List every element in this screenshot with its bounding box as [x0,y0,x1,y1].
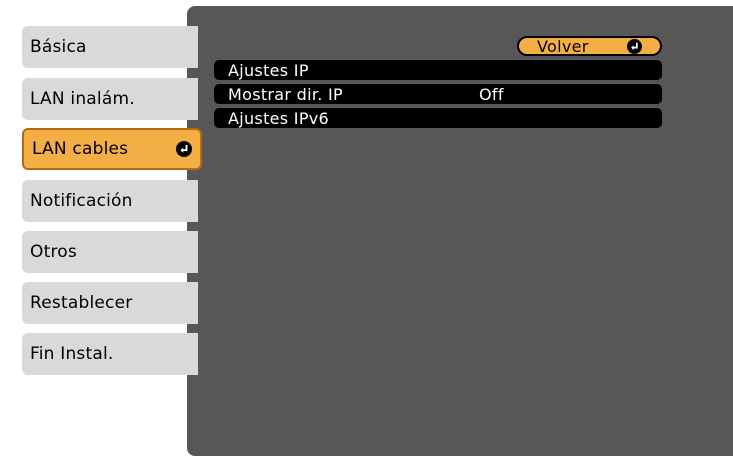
back-button-label: Volver [537,36,589,56]
menu-item-mostrar-dir-ip[interactable]: Mostrar dir. IP Off [214,84,662,104]
menu-item-value: Off [479,84,504,104]
back-button[interactable]: Volver [517,36,662,56]
enter-icon [176,141,192,157]
tab-label: Notificación [30,191,133,211]
menu-item-ajustes-ipv6[interactable]: Ajustes IPv6 [214,108,662,128]
menu-item-label: Ajustes IP [228,60,309,80]
tab-otros[interactable]: Otros [22,231,198,273]
tab-basica[interactable]: Básica [22,26,198,68]
tab-fin-instal[interactable]: Fin Instal. [22,333,198,375]
tab-label: Restablecer [30,293,133,313]
tab-label: LAN inalám. [30,89,135,109]
tab-notificacion[interactable]: Notificación [22,180,198,222]
tab-restablecer[interactable]: Restablecer [22,282,198,324]
menu-item-label: Mostrar dir. IP [228,84,343,104]
enter-icon [627,39,642,54]
tab-lan-cables[interactable]: LAN cables [22,128,202,170]
tab-label: Básica [30,37,87,57]
menu-item-ajustes-ip[interactable]: Ajustes IP [214,60,662,80]
tab-label: LAN cables [32,139,129,159]
tab-label: Otros [30,242,77,262]
tab-lan-inalambrica[interactable]: LAN inalám. [22,78,198,120]
tab-label: Fin Instal. [30,344,114,364]
menu-item-label: Ajustes IPv6 [228,108,330,128]
